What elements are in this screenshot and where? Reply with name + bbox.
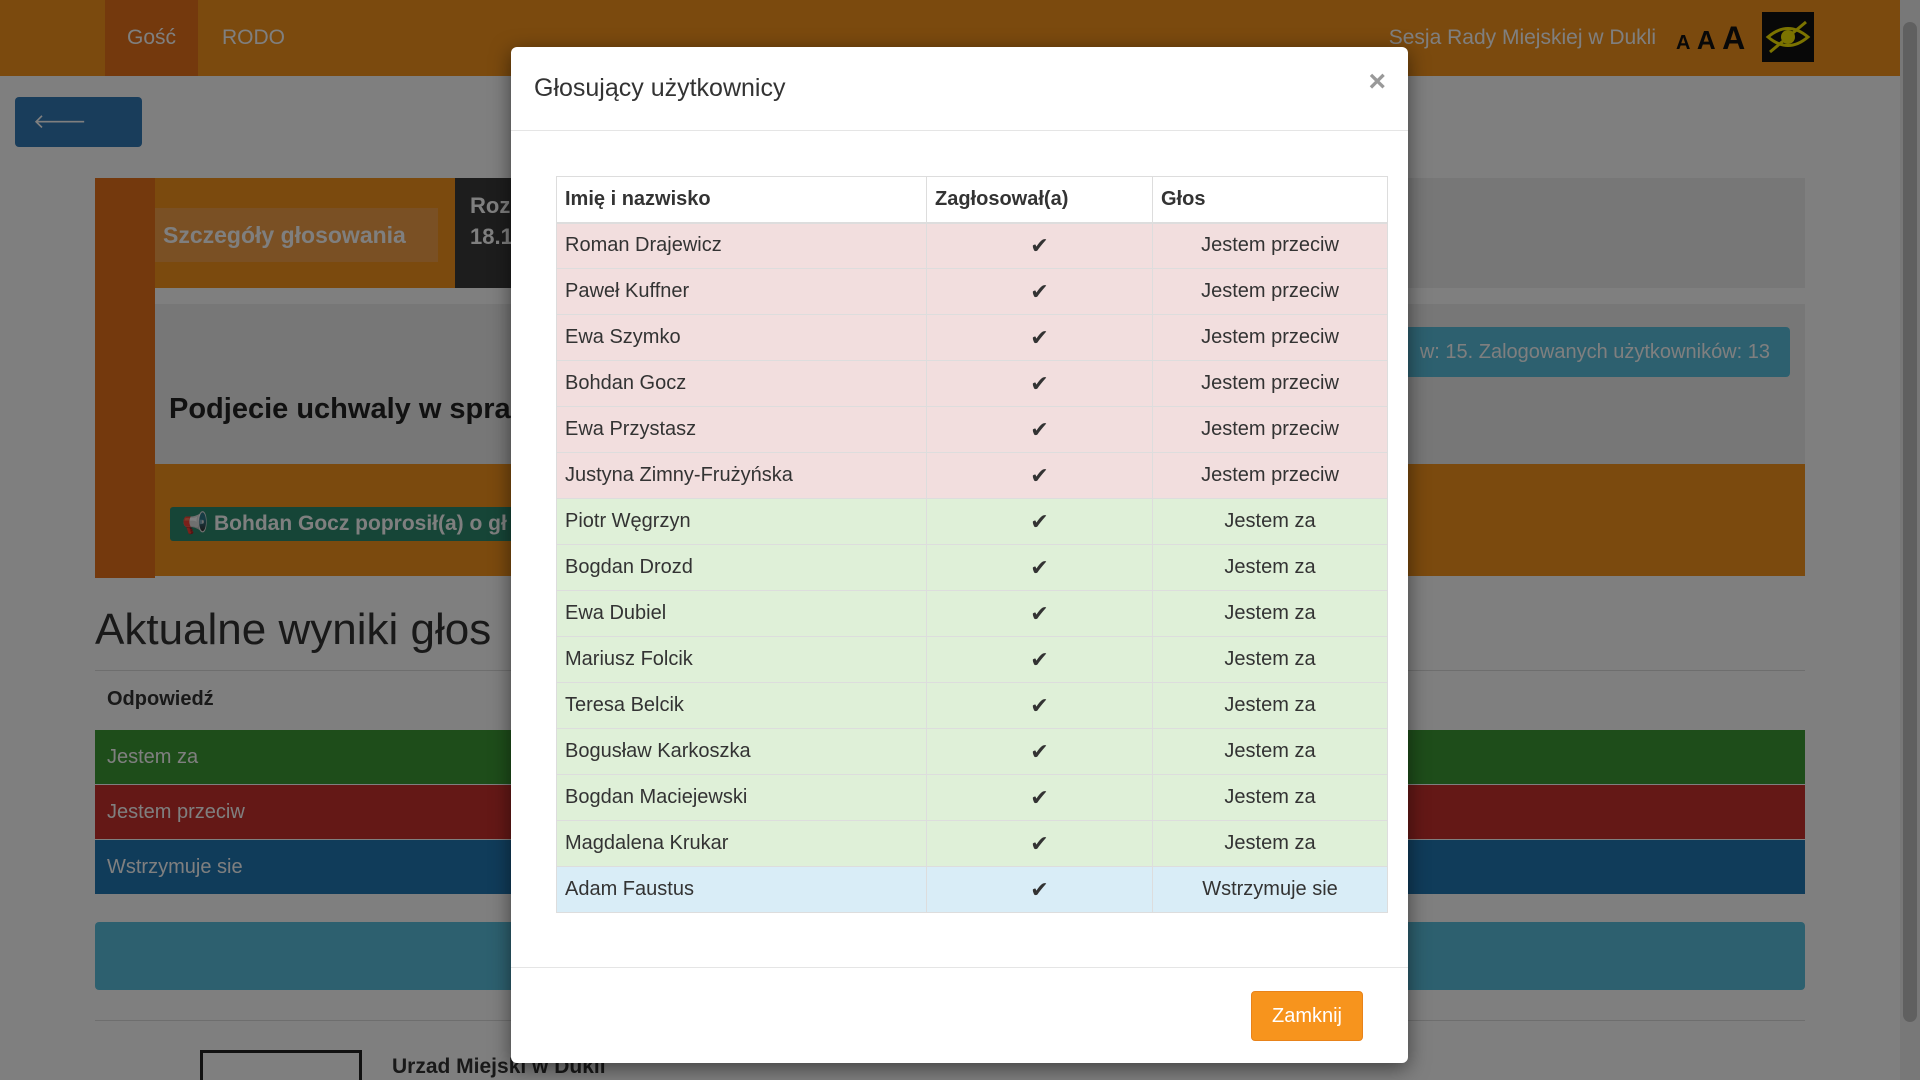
- voters-table-wrapper: Imię i nazwisko Zagłosował(a) Głos Roman…: [556, 176, 1388, 913]
- voted-cell: ✔: [926, 728, 1153, 775]
- checkmark-icon: ✔: [1030, 324, 1049, 350]
- table-row: Ewa Dubiel ✔ Jestem za: [556, 590, 1388, 637]
- voted-cell: ✔: [926, 268, 1153, 315]
- checkmark-icon: ✔: [1030, 738, 1049, 764]
- table-row: Teresa Belcik ✔ Jestem za: [556, 682, 1388, 729]
- modal-footer: Zamknij: [511, 967, 1408, 1063]
- vote-value: Jestem za: [1152, 682, 1388, 729]
- checkmark-icon: ✔: [1030, 462, 1049, 488]
- vote-value: Jestem za: [1152, 820, 1388, 867]
- vote-value: Jestem przeciw: [1152, 268, 1388, 315]
- vote-value: Jestem za: [1152, 498, 1388, 545]
- vote-value: Jestem przeciw: [1152, 360, 1388, 407]
- voter-name: Bohdan Gocz: [556, 360, 927, 407]
- checkmark-icon: ✔: [1030, 876, 1049, 902]
- vote-value: Jestem za: [1152, 728, 1388, 775]
- checkmark-icon: ✔: [1030, 554, 1049, 580]
- table-row: Ewa Przystasz ✔ Jestem przeciw: [556, 406, 1388, 453]
- voted-cell: ✔: [926, 866, 1153, 913]
- table-row: Magdalena Krukar ✔ Jestem za: [556, 820, 1388, 867]
- close-button[interactable]: Zamknij: [1251, 991, 1363, 1041]
- column-header-vote: Głos: [1152, 176, 1388, 224]
- table-row: Justyna Zimny-Frużyńska ✔ Jestem przeciw: [556, 452, 1388, 499]
- voted-cell: ✔: [926, 636, 1153, 683]
- voted-cell: ✔: [926, 314, 1153, 361]
- voters-modal: Głosujący użytkownicy × Imię i nazwisko …: [511, 47, 1408, 1063]
- voter-name: Ewa Przystasz: [556, 406, 927, 453]
- voted-cell: ✔: [926, 498, 1153, 545]
- vote-value: Jestem przeciw: [1152, 406, 1388, 453]
- vote-value: Jestem za: [1152, 636, 1388, 683]
- voted-cell: ✔: [926, 222, 1153, 269]
- checkmark-icon: ✔: [1030, 508, 1049, 534]
- column-header-voted: Zagłosował(a): [926, 176, 1153, 224]
- voter-name: Bogdan Maciejewski: [556, 774, 927, 821]
- table-row: Bogdan Maciejewski ✔ Jestem za: [556, 774, 1388, 821]
- table-row: Bogusław Karkoszka ✔ Jestem za: [556, 728, 1388, 775]
- modal-title: Głosujący użytkownicy: [534, 74, 786, 102]
- checkmark-icon: ✔: [1030, 692, 1049, 718]
- voted-cell: ✔: [926, 774, 1153, 821]
- voted-cell: ✔: [926, 820, 1153, 867]
- checkmark-icon: ✔: [1030, 232, 1049, 258]
- voter-name: Piotr Węgrzyn: [556, 498, 927, 545]
- voted-cell: ✔: [926, 682, 1153, 729]
- checkmark-icon: ✔: [1030, 600, 1049, 626]
- voter-name: Magdalena Krukar: [556, 820, 927, 867]
- checkmark-icon: ✔: [1030, 416, 1049, 442]
- voted-cell: ✔: [926, 590, 1153, 637]
- table-row: Adam Faustus ✔ Wstrzymuje sie: [556, 866, 1388, 913]
- checkmark-icon: ✔: [1030, 830, 1049, 856]
- voter-name: Roman Drajewicz: [556, 222, 927, 269]
- vote-value: Jestem przeciw: [1152, 314, 1388, 361]
- vote-value: Jestem za: [1152, 774, 1388, 821]
- voted-cell: ✔: [926, 406, 1153, 453]
- checkmark-icon: ✔: [1030, 370, 1049, 396]
- close-icon[interactable]: ×: [1368, 65, 1386, 99]
- table-row: Roman Drajewicz ✔ Jestem przeciw: [556, 222, 1388, 269]
- voter-name: Bogusław Karkoszka: [556, 728, 927, 775]
- voter-name: Ewa Szymko: [556, 314, 927, 361]
- voter-name: Bogdan Drozd: [556, 544, 927, 591]
- voter-name: Ewa Dubiel: [556, 590, 927, 637]
- voted-cell: ✔: [926, 360, 1153, 407]
- voters-table: Imię i nazwisko Zagłosował(a) Głos Roman…: [556, 176, 1388, 913]
- checkmark-icon: ✔: [1030, 646, 1049, 672]
- voted-cell: ✔: [926, 544, 1153, 591]
- voter-name: Adam Faustus: [556, 866, 927, 913]
- table-row: Mariusz Folcik ✔ Jestem za: [556, 636, 1388, 683]
- voter-name: Teresa Belcik: [556, 682, 927, 729]
- table-row: Paweł Kuffner ✔ Jestem przeciw: [556, 268, 1388, 315]
- checkmark-icon: ✔: [1030, 278, 1049, 304]
- vote-value: Wstrzymuje sie: [1152, 866, 1388, 913]
- voter-name: Mariusz Folcik: [556, 636, 927, 683]
- table-row: Bohdan Gocz ✔ Jestem przeciw: [556, 360, 1388, 407]
- vote-value: Jestem za: [1152, 590, 1388, 637]
- table-row: Ewa Szymko ✔ Jestem przeciw: [556, 314, 1388, 361]
- voters-table-body: Roman Drajewicz ✔ Jestem przeciw Paweł Kuff…: [556, 222, 1388, 913]
- table-row: Piotr Węgrzyn ✔ Jestem za: [556, 498, 1388, 545]
- modal-header: Głosujący użytkownicy ×: [511, 47, 1408, 131]
- vote-value: Jestem przeciw: [1152, 452, 1388, 499]
- vote-value: Jestem za: [1152, 544, 1388, 591]
- voter-name: Paweł Kuffner: [556, 268, 927, 315]
- checkmark-icon: ✔: [1030, 784, 1049, 810]
- column-header-name: Imię i nazwisko: [556, 176, 927, 224]
- voter-name: Justyna Zimny-Frużyńska: [556, 452, 927, 499]
- table-row: Bogdan Drozd ✔ Jestem za: [556, 544, 1388, 591]
- voted-cell: ✔: [926, 452, 1153, 499]
- table-header-row: Imię i nazwisko Zagłosował(a) Głos: [556, 176, 1388, 224]
- vote-value: Jestem przeciw: [1152, 222, 1388, 269]
